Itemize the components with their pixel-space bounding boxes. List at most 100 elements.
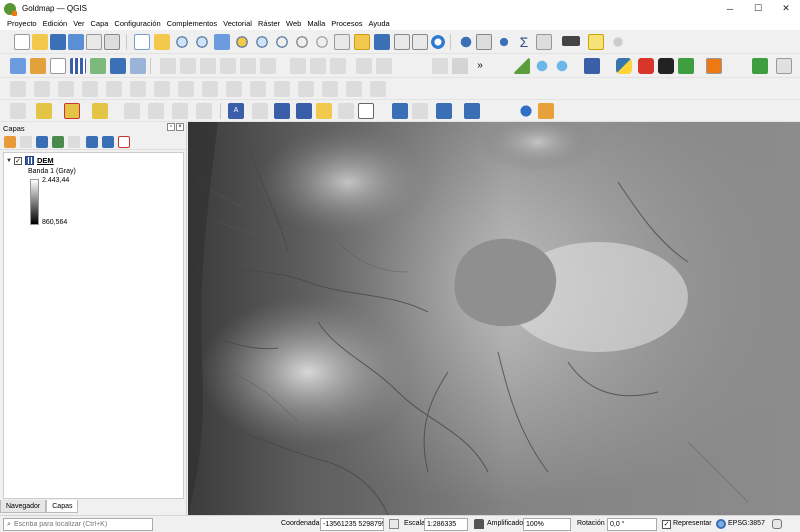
save-project-icon[interactable] [50, 34, 66, 50]
locator-bar[interactable]: ⌕ [3, 518, 153, 531]
info-circle-icon[interactable] [518, 103, 534, 119]
split-parts-icon[interactable] [226, 81, 242, 97]
filter-expression-icon[interactable] [68, 136, 80, 148]
style-manager-icon[interactable] [4, 136, 16, 148]
shape-digitize-icon[interactable] [10, 103, 26, 119]
tracing-icon[interactable] [148, 103, 164, 119]
cut-features-icon[interactable] [290, 58, 306, 74]
layer-visibility-checkbox[interactable]: ✓ [14, 156, 22, 165]
offset-curve-icon[interactable] [178, 81, 194, 97]
rotate-label-icon[interactable] [338, 103, 354, 119]
zoom-full-icon[interactable] [214, 34, 230, 50]
merge-features-icon[interactable] [250, 81, 266, 97]
lock-scale-icon[interactable] [474, 519, 484, 529]
manage-theme-icon[interactable] [36, 136, 48, 148]
render-checkbox[interactable]: ✓ [662, 520, 671, 529]
add-part-icon[interactable] [58, 81, 74, 97]
layout-manager-icon[interactable] [104, 34, 120, 50]
rotation-field[interactable]: 0,0 ° [607, 518, 657, 531]
menu-malla[interactable]: Malla [304, 19, 328, 28]
orange-plugin-icon[interactable] [706, 58, 722, 74]
statistics-sigma-icon[interactable]: Σ [516, 34, 532, 50]
messages-icon[interactable] [772, 519, 782, 529]
pin-label-icon[interactable] [252, 103, 268, 119]
minimize-button[interactable]: ─ [716, 0, 744, 17]
menu-edicion[interactable]: Edición [40, 19, 71, 28]
expand-arrow-icon[interactable]: ▼ [6, 158, 14, 164]
add-spatialite-icon[interactable] [110, 58, 126, 74]
topology-icon[interactable] [172, 103, 188, 119]
collapse-all-icon[interactable] [102, 136, 114, 148]
deselect-icon[interactable] [92, 103, 108, 119]
float-panel-button[interactable]: ▫ [167, 123, 175, 131]
tab-capas[interactable]: Capas [46, 500, 79, 513]
map-canvas[interactable] [188, 122, 800, 515]
label-tool-icon[interactable] [432, 58, 448, 74]
geocoder-globe2-icon[interactable] [554, 58, 570, 74]
open-project-icon[interactable] [32, 34, 48, 50]
paste-features-icon[interactable] [330, 58, 346, 74]
green-export-icon[interactable] [752, 58, 768, 74]
select-by-value-icon[interactable] [64, 103, 80, 119]
close-button[interactable]: ✕ [772, 0, 800, 17]
temporal-controller-icon[interactable] [412, 34, 428, 50]
measure-table-icon[interactable] [536, 34, 552, 50]
terrain-profile-icon[interactable] [514, 58, 530, 74]
remove-layer-icon[interactable] [118, 136, 130, 148]
redo-icon[interactable] [376, 58, 392, 74]
zoom-next-icon[interactable] [314, 34, 330, 50]
toggle-extents-icon[interactable] [389, 519, 399, 529]
menu-proyecto[interactable]: Proyecto [4, 19, 40, 28]
coordinate-capture-icon[interactable] [412, 103, 428, 119]
crs-label[interactable]: EPSG:3857 [728, 520, 765, 527]
digitize-disabled-icon[interactable] [160, 58, 176, 74]
show-hide-labels-icon[interactable] [274, 103, 290, 119]
zoom-out-icon[interactable] [194, 34, 210, 50]
dark-plugin-icon[interactable] [658, 58, 674, 74]
menu-raster[interactable]: Ráster [255, 19, 283, 28]
zoom-native-icon[interactable] [274, 34, 290, 50]
toggle-edit-icon[interactable] [180, 58, 196, 74]
add-group-icon[interactable] [20, 136, 32, 148]
pan-hand-icon[interactable] [134, 34, 150, 50]
python-console-icon[interactable] [616, 58, 632, 74]
snapping-icon[interactable] [124, 103, 140, 119]
expand-all-icon[interactable] [86, 136, 98, 148]
text-annotation-icon[interactable] [358, 103, 374, 119]
menu-procesos[interactable]: Procesos [328, 19, 365, 28]
pan-to-selection-icon[interactable] [154, 34, 170, 50]
rotate-symbols-icon[interactable] [298, 81, 314, 97]
red-plugin-icon[interactable] [638, 58, 654, 74]
grass-tools-icon[interactable] [392, 103, 408, 119]
print-layout-icon[interactable] [86, 34, 102, 50]
move-label-icon[interactable] [296, 103, 312, 119]
save-as-icon[interactable] [68, 34, 84, 50]
green-m-plugin-icon[interactable] [678, 58, 694, 74]
coordinate-field[interactable]: -13561235 5298795 [320, 518, 384, 531]
zoom-last-icon[interactable] [294, 34, 310, 50]
field-calculator-icon[interactable] [496, 34, 512, 50]
geocoder-globe-icon[interactable] [534, 58, 550, 74]
new-3d-view-icon[interactable] [354, 34, 370, 50]
undo-icon[interactable] [356, 58, 372, 74]
attribute-table-icon[interactable] [476, 34, 492, 50]
menu-ver[interactable]: Ver [70, 19, 87, 28]
add-mesh-layer-icon[interactable] [90, 58, 106, 74]
select-features-icon[interactable] [36, 103, 52, 119]
filter-legend-icon[interactable] [52, 136, 64, 148]
merge-attributes-icon[interactable] [274, 81, 290, 97]
add-raster-layer-icon[interactable] [70, 58, 86, 74]
zoom-in-icon[interactable] [174, 34, 190, 50]
highlight-pinned-icon[interactable] [316, 103, 332, 119]
add-virtual-layer-icon[interactable] [130, 58, 146, 74]
add-ring-icon[interactable] [34, 81, 50, 97]
reverse-line-icon[interactable] [346, 81, 362, 97]
overflow-chevron-icon[interactable]: » [472, 58, 488, 74]
close-panel-button[interactable]: × [176, 123, 184, 131]
vertex-tool-icon[interactable] [240, 58, 256, 74]
zoom-layer-icon[interactable] [254, 34, 270, 50]
split-features-icon[interactable] [202, 81, 218, 97]
layer-name[interactable]: DEM [37, 156, 54, 165]
wrench-tool-icon[interactable] [538, 103, 554, 119]
simplify-icon[interactable] [322, 81, 338, 97]
